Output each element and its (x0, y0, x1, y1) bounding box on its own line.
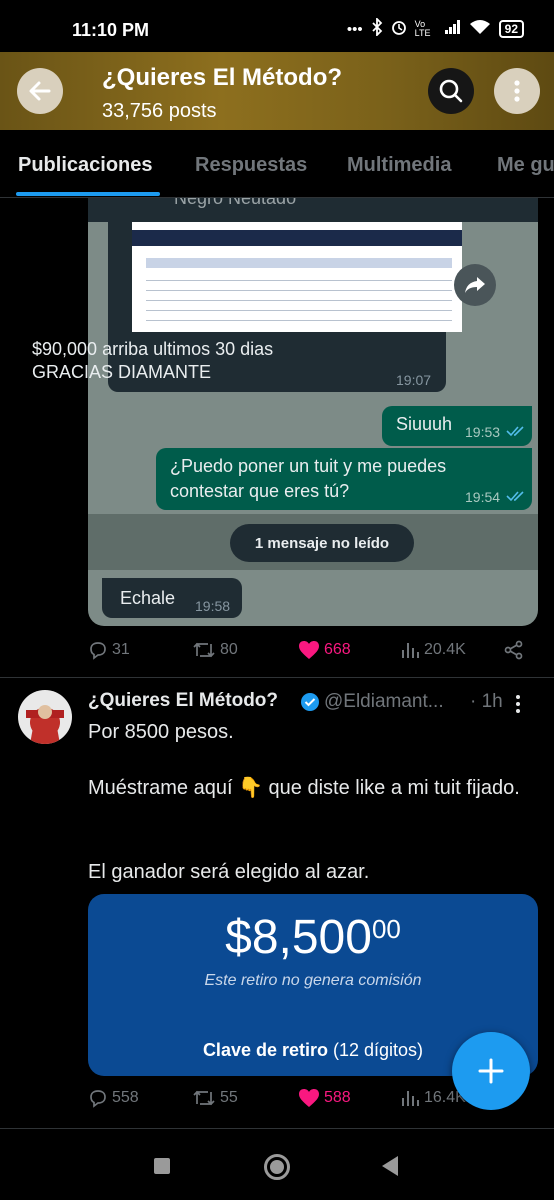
back-button[interactable] (17, 68, 63, 114)
tweet-actions: 31 80 668 20.4K (88, 640, 538, 670)
tweet-divider (0, 677, 554, 678)
arrow-left-icon (29, 81, 51, 101)
reply-button[interactable]: 31 (88, 640, 130, 660)
like-button[interactable]: 588 (298, 1088, 351, 1108)
chat-contact-name: Negro Neutado (174, 198, 297, 208)
like-count: 588 (324, 1089, 351, 1106)
heart-filled-icon (299, 1089, 319, 1107)
reply-button[interactable]: 558 (88, 1088, 139, 1108)
heart-filled-icon (299, 641, 319, 659)
tab-respuestas[interactable]: Respuestas (195, 154, 307, 177)
withdrawal-amount: $8,50000 (225, 911, 401, 964)
message-text: Echale (120, 588, 176, 608)
profile-header: ¿Quieres El Método? 33,756 posts (0, 52, 554, 130)
share-icon (504, 640, 523, 660)
profile-tabs: Publicaciones Respuestas Multimedia Me g… (0, 130, 554, 198)
tab-multimedia[interactable]: Multimedia (347, 154, 451, 177)
share-button[interactable] (504, 640, 524, 660)
retweet-button[interactable]: 80 (192, 640, 238, 660)
wifi-icon (469, 19, 491, 39)
tab-me-gusta[interactable]: Me gu (497, 154, 554, 177)
views-button[interactable]: 16.4K (400, 1088, 466, 1108)
search-icon (439, 79, 463, 103)
message-time: 19:53 (465, 424, 501, 440)
author-handle[interactable]: @Eldiamant... (324, 691, 444, 713)
message-time: 19:54 (465, 489, 501, 505)
double-check-icon (506, 491, 524, 502)
betting-screenshot (132, 222, 462, 332)
like-button[interactable]: 668 (298, 640, 351, 660)
tweet-time[interactable]: · 1h (470, 691, 503, 713)
reply-icon (90, 642, 106, 660)
status-bar: 11:10 PM ••• Vo LTE 92 (0, 0, 554, 52)
retweet-count: 55 (220, 1089, 238, 1106)
reply-icon (90, 1090, 106, 1108)
search-button[interactable] (428, 68, 474, 114)
retweet-icon (193, 1090, 215, 1106)
recent-apps-button[interactable] (154, 1158, 170, 1174)
home-button[interactable] (264, 1154, 290, 1180)
message-text: ¿Puedo poner un tuit y me puedes contest… (170, 456, 447, 501)
verified-badge-icon (301, 693, 319, 711)
retweet-button[interactable]: 55 (192, 1088, 238, 1108)
signal-icon (444, 20, 461, 38)
forward-button[interactable] (454, 264, 496, 306)
chat-header: Negro Neutado (88, 198, 538, 222)
more-vertical-icon (514, 80, 520, 102)
reply-count: 31 (112, 641, 130, 658)
view-count: 20.4K (424, 641, 466, 658)
tweet-text-line: El ganador será elegido al azar. (88, 861, 370, 883)
system-nav-bar (0, 1132, 554, 1200)
amount-cents: 00 (371, 914, 401, 944)
more-options-button[interactable] (494, 68, 540, 114)
message-time: 19:58 (195, 598, 231, 614)
active-tab-indicator (16, 192, 160, 196)
tweet-media-image[interactable]: Negro Neutado 1 mensaje no leído (88, 198, 538, 626)
share-arrow-icon (465, 277, 485, 293)
tweet-divider (0, 1128, 554, 1129)
views-chart-icon (402, 643, 419, 658)
plus-icon (478, 1058, 504, 1084)
like-count: 668 (324, 641, 351, 658)
retweet-count: 80 (220, 641, 238, 658)
avatar[interactable] (18, 690, 72, 744)
tweet-text-line: Por 8500 pesos. (88, 721, 234, 743)
reply-count: 558 (112, 1089, 139, 1106)
retweet-icon (193, 642, 215, 658)
message-text: $90,000 arriba ultimos 30 dias GRACIAS D… (32, 339, 274, 382)
commission-note: Este retiro no genera comisión (204, 972, 422, 989)
network-label: Vo LTE (414, 19, 431, 38)
status-icons: ••• Vo LTE 92 (346, 16, 524, 40)
views-button[interactable]: 20.4K (400, 640, 466, 660)
posts-count: 33,756 posts (102, 100, 217, 122)
author-name[interactable]: ¿Quieres El Método? (88, 690, 278, 712)
message-time: 19:07 (396, 372, 432, 388)
dots-icon: ••• (346, 20, 363, 38)
bluetooth-icon (371, 16, 383, 40)
profile-title: ¿Quieres El Método? (102, 64, 343, 91)
more-vertical-icon[interactable] (514, 694, 522, 714)
views-chart-icon (402, 1091, 419, 1106)
alarm-icon (391, 19, 407, 39)
system-back-button[interactable] (382, 1156, 398, 1176)
tweet-text-line: Muéstrame aquí 👇 que diste like a mi tui… (88, 777, 520, 799)
battery-indicator: 92 (498, 20, 524, 38)
compose-button[interactable] (452, 1032, 530, 1110)
tab-publicaciones[interactable]: Publicaciones (18, 154, 153, 177)
unread-messages-label: 1 mensaje no leído (230, 524, 414, 562)
double-check-icon (506, 426, 524, 437)
status-time: 11:10 PM (72, 20, 150, 40)
message-text: Siuuuh (396, 414, 453, 434)
